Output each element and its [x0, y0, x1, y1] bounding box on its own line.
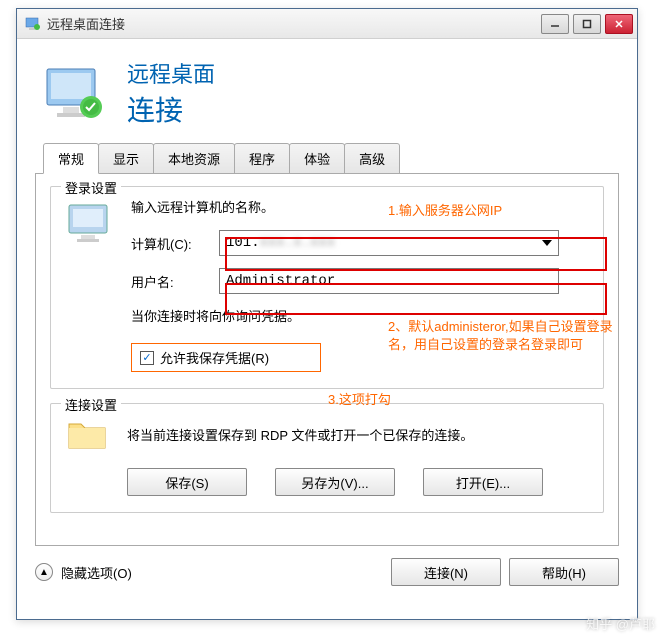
- save-credentials-label: 允许我保存凭据(R): [160, 348, 269, 367]
- rdp-window: 远程桌面连接 远程桌面 连接 常规 显示 本地资源 程序 体验 高级 登录设置: [16, 8, 638, 620]
- tab-experience[interactable]: 体验: [289, 143, 345, 173]
- maximize-button[interactable]: [573, 14, 601, 34]
- tab-panel: 登录设置 输入远程计算机的名称。 计算机(C): 101.xxx.x.xxx: [35, 174, 619, 546]
- header-title: 远程桌面: [127, 57, 215, 89]
- content: 常规 显示 本地资源 程序 体验 高级 登录设置 输入远程计算机的名称。 计算机…: [17, 143, 637, 546]
- login-settings-group: 登录设置 输入远程计算机的名称。 计算机(C): 101.xxx.x.xxx: [50, 186, 604, 389]
- chevron-down-icon: [542, 240, 552, 246]
- connection-settings-group: 连接设置 将当前连接设置保存到 RDP 文件或打开一个已保存的连接。 保存(S)…: [50, 403, 604, 513]
- conn-legend: 连接设置: [61, 395, 121, 414]
- tab-local-resources[interactable]: 本地资源: [153, 143, 235, 173]
- tab-general[interactable]: 常规: [43, 143, 99, 174]
- header-text: 远程桌面 连接: [127, 57, 215, 129]
- login-instruction: 输入远程计算机的名称。: [131, 197, 589, 216]
- expand-toggle-icon[interactable]: ▲: [35, 563, 53, 581]
- watermark: 知乎 @芦耶: [586, 614, 655, 633]
- header: 远程桌面 连接: [17, 39, 637, 143]
- app-icon: [25, 16, 41, 32]
- window-title: 远程桌面连接: [47, 14, 541, 33]
- footer: ▲ 隐藏选项(O) 连接(N) 帮助(H): [17, 546, 637, 598]
- hide-options-link[interactable]: 隐藏选项(O): [61, 563, 383, 582]
- save-as-button[interactable]: 另存为(V)...: [275, 468, 395, 496]
- tab-programs[interactable]: 程序: [234, 143, 290, 173]
- username-label: 用户名:: [131, 272, 219, 291]
- tab-advanced[interactable]: 高级: [344, 143, 400, 173]
- computer-combobox[interactable]: 101.xxx.x.xxx: [219, 230, 559, 256]
- titlebar: 远程桌面连接: [17, 9, 637, 39]
- header-subtitle: 连接: [127, 89, 215, 129]
- login-legend: 登录设置: [61, 178, 121, 197]
- tabs: 常规 显示 本地资源 程序 体验 高级: [35, 143, 619, 174]
- open-button[interactable]: 打开(E)...: [423, 468, 543, 496]
- save-button[interactable]: 保存(S): [127, 468, 247, 496]
- username-input[interactable]: Administrator: [219, 268, 559, 294]
- close-button[interactable]: [605, 14, 633, 34]
- minimize-button[interactable]: [541, 14, 569, 34]
- credential-note: 当你连接时将向你询问凭据。: [131, 306, 589, 325]
- conn-text: 将当前连接设置保存到 RDP 文件或打开一个已保存的连接。: [127, 425, 589, 444]
- rdp-header-icon: [43, 65, 107, 121]
- save-credentials-row[interactable]: ✓ 允许我保存凭据(R): [131, 343, 321, 372]
- save-credentials-checkbox[interactable]: ✓: [140, 351, 154, 365]
- computer-icon: [65, 201, 113, 245]
- tab-display[interactable]: 显示: [98, 143, 154, 173]
- window-controls: [541, 14, 633, 34]
- connect-button[interactable]: 连接(N): [391, 558, 501, 586]
- computer-label: 计算机(C):: [131, 234, 219, 253]
- help-button[interactable]: 帮助(H): [509, 558, 619, 586]
- folder-icon: [65, 414, 109, 454]
